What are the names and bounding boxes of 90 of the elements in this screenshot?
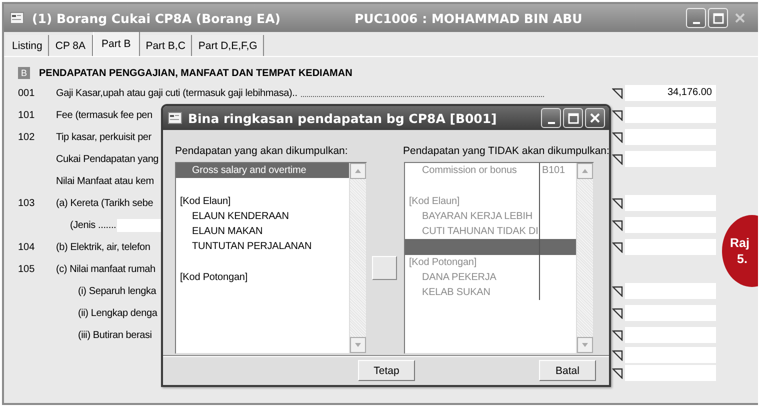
row-label: (ii) Lengkap denga (78, 308, 158, 318)
close-icon (733, 11, 747, 25)
triangle-icon[interactable] (612, 308, 623, 318)
badge-text: Raj (730, 235, 750, 251)
badge-text: 5. (736, 251, 748, 267)
row-code: 105 (18, 264, 36, 274)
down-arrow-icon (581, 342, 589, 348)
triangle-icon[interactable] (612, 368, 623, 378)
tab[interactable]: Part B (92, 32, 140, 56)
item-label: ELAUN KENDERAAN (191, 210, 289, 224)
maximize-icon (566, 111, 580, 125)
triangle-icon[interactable] (612, 132, 623, 142)
minimize-icon (692, 22, 700, 24)
item-label: KELAB SUKAN (421, 286, 490, 300)
row-code: 103 (18, 198, 36, 208)
triangle-icon[interactable] (612, 242, 623, 252)
row-label: (b) Elektrik, air, telefon (56, 242, 150, 252)
move-button[interactable] (372, 256, 397, 280)
scrollbar[interactable] (576, 163, 593, 353)
row-label: Tip kasar, perkuisit per (56, 132, 152, 142)
up-arrow-icon (354, 168, 362, 174)
scroll-down-button[interactable] (350, 337, 366, 353)
list-box[interactable]: Commission or bonus B101 [Kod Elaun] BAYARAN KERJA LEBIH CUTI TAHUNAN TIDAK DI [Kod Potongan] DANA PEKERJA KELAB SUKAN (404, 162, 594, 354)
row-label: (iii) Butiran berasi (78, 330, 152, 340)
triangle-icon[interactable] (612, 154, 623, 164)
triangle-icon[interactable] (612, 330, 623, 340)
maximize-icon (711, 11, 725, 25)
close-button[interactable] (585, 108, 605, 128)
list-item[interactable]: TUNTUTAN PERJALANAN (176, 239, 349, 255)
row-label: (c) Nilai manfaat rumah (56, 264, 156, 274)
app-icon (10, 12, 24, 24)
list-item[interactable]: [Kod Potongan] (405, 254, 576, 270)
maximize-button[interactable] (563, 108, 583, 128)
window-title: (1) Borang Cukai CP8A (Borang EA) (32, 10, 280, 26)
minimize-button[interactable] (686, 8, 706, 28)
group-header: [Kod Elaun] (408, 194, 460, 209)
app-icon (168, 112, 182, 124)
group-header: [Kod Potongan] (179, 271, 248, 286)
down-arrow-icon (354, 342, 362, 348)
close-icon (588, 111, 602, 125)
item-label: Gross salary and overtime (191, 164, 306, 178)
employee-name: PUC1006 : MOHAMMAD BIN ABU (354, 10, 584, 26)
item-label: ELAUN MAKAN (191, 225, 263, 240)
input-field[interactable]: 34,176.00 (625, 85, 716, 101)
row-code: 104 (18, 242, 36, 252)
up-arrow-icon (581, 168, 589, 174)
list-box[interactable]: Gross salary and overtime [Kod Elaun] ELAUN KENDERAAN ELAUN MAKAN TUNTUTAN PERJALANAN [Kod Potongan] (175, 162, 367, 354)
row-label: (a) Kereta (Tarikh sebe (56, 198, 154, 208)
scroll-down-button[interactable] (577, 337, 593, 353)
row-code: 001 (18, 88, 36, 98)
section-title: PENDAPATAN PENGGAJIAN, MANFAAT DAN TEMPAT KEDIAMAN (39, 68, 352, 78)
section-icon: B (18, 67, 30, 79)
triangle-icon[interactable] (612, 88, 623, 98)
list-item[interactable]: [Kod Potongan] (176, 270, 349, 286)
row-label: (Jenis ....... (70, 220, 116, 230)
minimize-button[interactable] (541, 108, 561, 128)
row-label: Nilai Manfaat atau kem (56, 176, 154, 186)
cancel-button[interactable]: Batal (539, 360, 596, 381)
triangle-icon[interactable] (612, 110, 623, 120)
confirm-button[interactable]: Tetap (358, 360, 415, 381)
row-code: 102 (18, 132, 36, 142)
item-label: TUNTUTAN PERJALANAN (191, 240, 312, 254)
list-item[interactable]: ELAUN KENDERAAN (176, 208, 349, 224)
item-label: CUTI TAHUNAN TIDAK DI (421, 225, 538, 240)
scroll-up-button[interactable] (577, 163, 593, 179)
item-label: Commission or bonus (421, 164, 517, 178)
list-label: Pendapatan yang TIDAK akan dikumpulkan: (403, 145, 610, 157)
item-code: B101 (542, 164, 565, 178)
row-code: 101 (18, 110, 36, 120)
list-label: Pendapatan yang akan dikumpulkan: (175, 145, 349, 157)
scroll-up-button[interactable] (350, 163, 366, 179)
maximize-button[interactable] (708, 8, 728, 28)
item-label: BAYARAN KERJA LEBIH (421, 210, 533, 224)
item-label: DANA PEKERJA (421, 271, 496, 286)
list-item[interactable]: ELAUN MAKAN (176, 224, 349, 240)
row-label: (i) Separuh lengka (78, 286, 156, 296)
triangle-icon[interactable] (612, 220, 623, 230)
dialog-title: Bina ringkasan pendapatan bg CP8A [B001] (188, 110, 498, 126)
triangle-icon[interactable] (612, 350, 623, 360)
list-item[interactable]: [Kod Elaun] (176, 194, 349, 209)
triangle-icon[interactable] (612, 198, 623, 208)
row-label: Gaji Kasar,upah atau gaji cuti (termasuk gaji lebihmasa).. (56, 88, 298, 98)
triangle-icon[interactable] (612, 286, 623, 296)
scrollbar[interactable] (349, 163, 366, 353)
row-label: Fee (termasuk fee pen (56, 110, 152, 120)
group-header: [Kod Potongan] (408, 256, 477, 270)
minimize-icon (548, 122, 554, 124)
row-label: Cukai Pendapatan yang (56, 154, 159, 164)
list-item[interactable]: Gross salary and overtime (176, 163, 349, 178)
group-header: [Kod Elaun] (179, 194, 231, 209)
